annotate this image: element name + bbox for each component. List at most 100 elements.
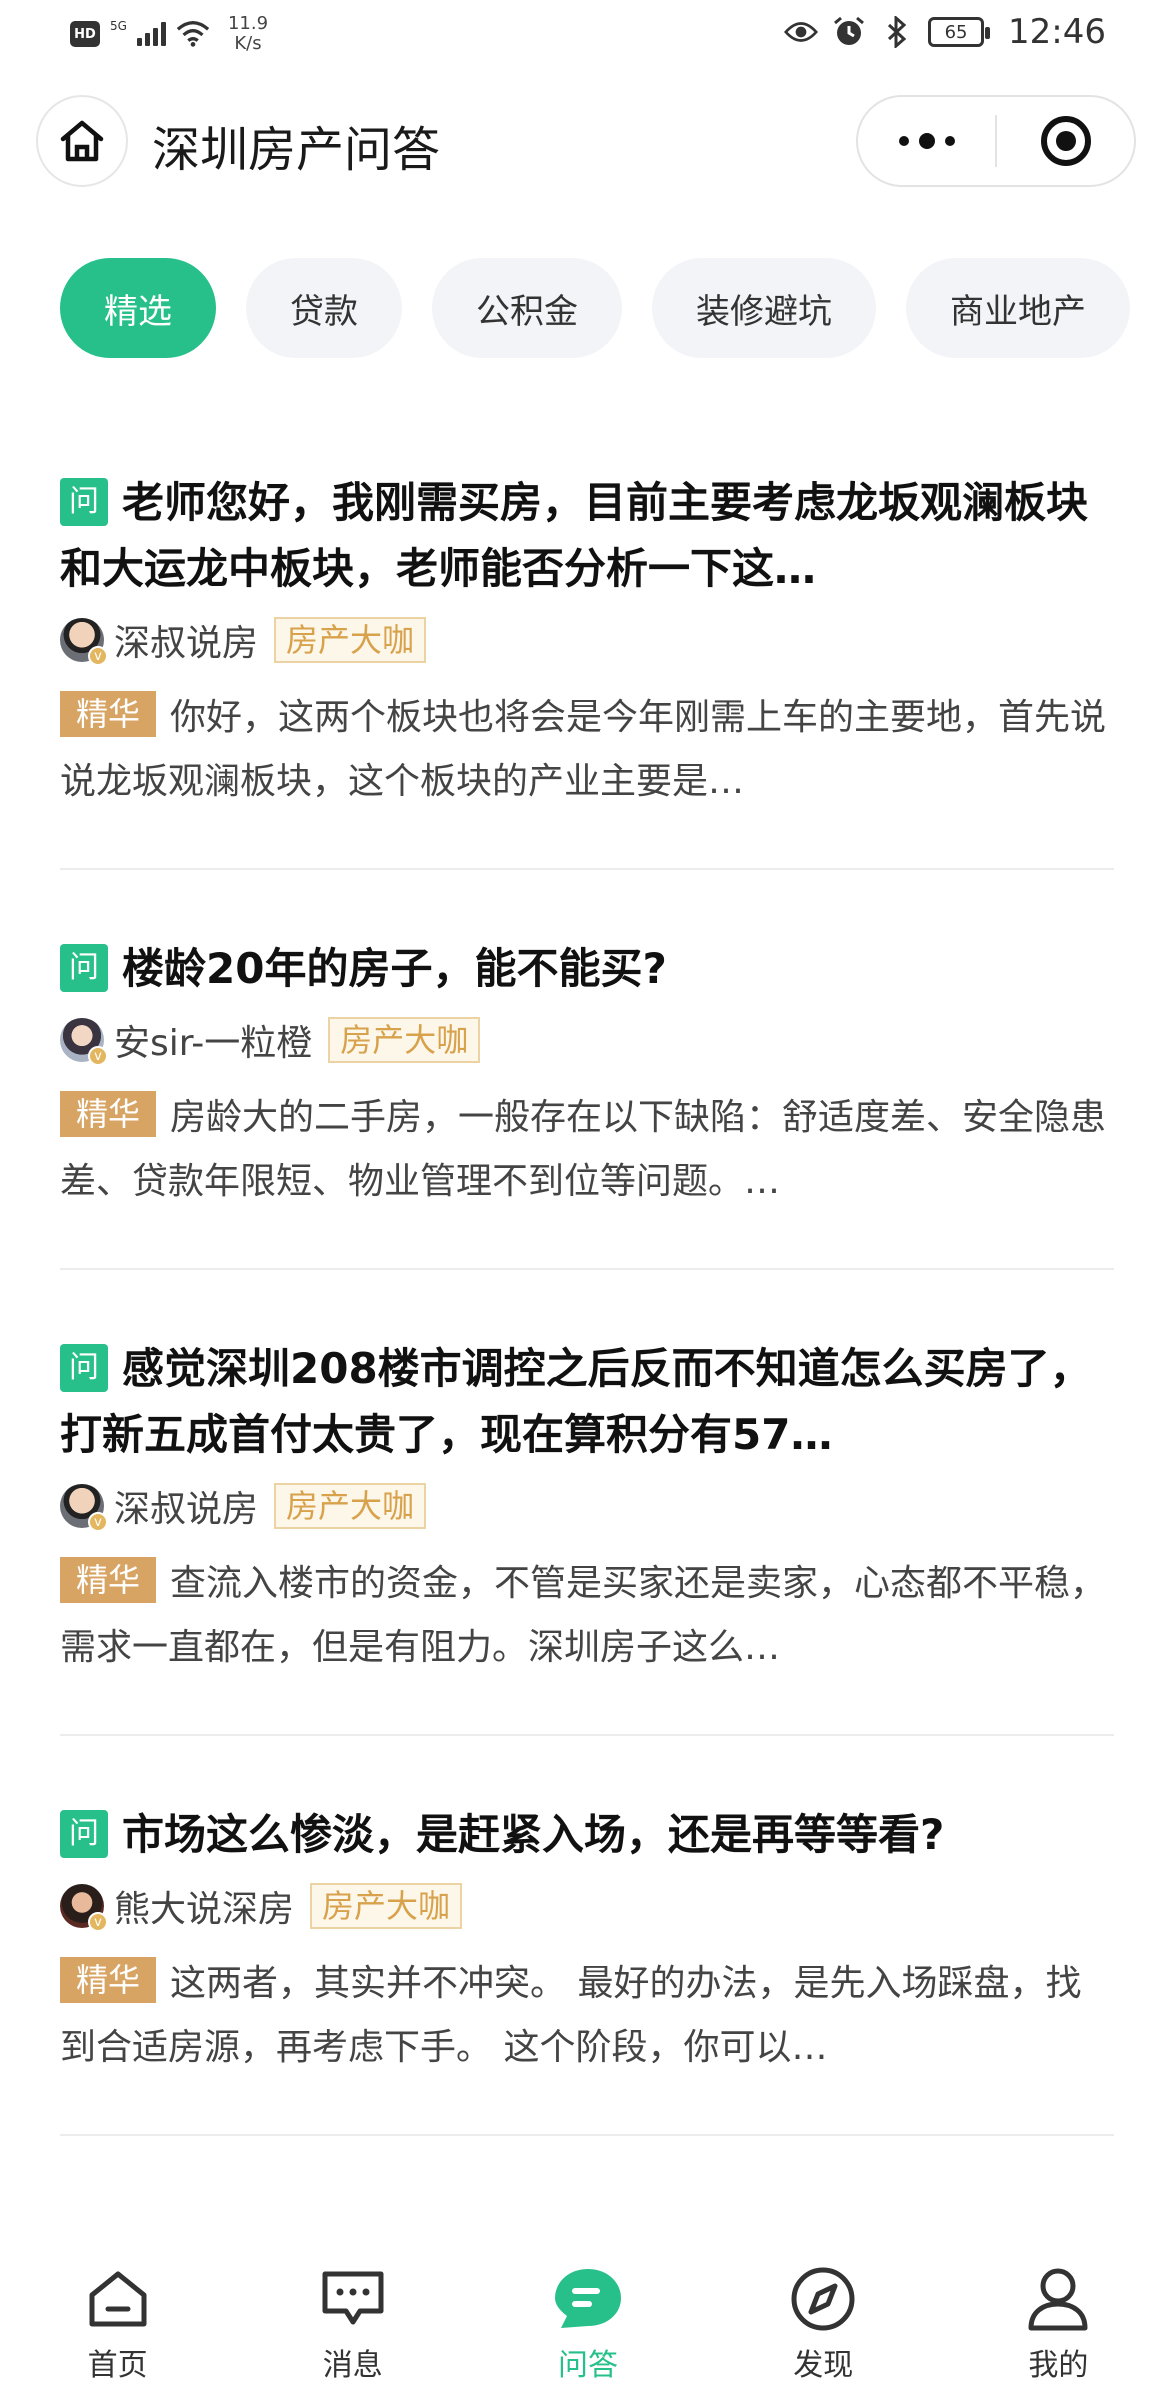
network-speed: 11.9 K/s xyxy=(228,14,268,54)
nav-label: 问答 xyxy=(558,2348,618,2383)
close-miniprogram-button[interactable] xyxy=(997,97,1134,185)
divider xyxy=(60,1734,1114,1736)
tab-commercial[interactable]: 商业地产 xyxy=(906,258,1130,358)
author-name[interactable]: 深叔说房 xyxy=(114,1480,258,1532)
answer-preview: 精华 查流入楼市的资金，不管是买家还是卖家，心态都不平稳，需求一直都在，但是有阻力… xyxy=(60,1552,1114,1680)
nav-label: 发现 xyxy=(793,2348,854,2383)
bottom-nav: 首页 消息 问答 发现 我的 xyxy=(0,2240,1176,2400)
speed-value: 11.9 xyxy=(227,13,269,34)
speed-unit: K/s xyxy=(234,33,262,54)
tab-loan[interactable]: 贷款 xyxy=(246,258,402,358)
answer-text: 这两者，其实并不冲突。 最好的办法，是先入场踩盘，找到合适房源，再考虑下手。 这… xyxy=(60,1963,1082,2068)
question-title: 问感觉深圳208楼市调控之后反而不知道怎么买房了，打新五成首付太贵了，现在算积分… xyxy=(60,1336,1114,1468)
question-text: 市场这么惨淡，是赶紧入场，还是再等等看? xyxy=(122,1810,945,1859)
app-root: HD 5G 11.9 K/s 65 12:46 深圳房产问答 精选 贷款 公积金… xyxy=(0,0,1176,2400)
expert-tag: 房产大咖 xyxy=(328,1017,481,1063)
featured-badge: 精华 xyxy=(60,691,157,737)
nav-messages[interactable]: 消息 xyxy=(235,2240,470,2400)
hd-indicator: HD xyxy=(70,21,100,47)
status-left: HD 5G 11.9 K/s xyxy=(70,14,268,54)
tab-jingxuan[interactable]: 精选 xyxy=(60,258,216,358)
target-icon xyxy=(1040,116,1091,166)
more-dots-icon xyxy=(898,133,955,149)
nav-profile[interactable]: 我的 xyxy=(941,2240,1176,2400)
avatar[interactable]: v xyxy=(60,1018,108,1066)
network-type: 5G xyxy=(110,19,127,33)
nav-label: 首页 xyxy=(87,2348,148,2383)
author-row: v 深叔说房 房产大咖 xyxy=(60,614,1114,666)
question-title: 问楼龄20年的房子，能不能买? xyxy=(60,936,1114,1002)
eye-icon xyxy=(784,15,819,49)
question-badge: 问 xyxy=(60,478,108,526)
answer-preview: 精华 你好，这两个板块也将会是今年刚需上车的主要地，首先说说龙坂观澜板块，这个板块… xyxy=(60,686,1114,814)
expert-tag: 房产大咖 xyxy=(274,617,427,663)
question-text: 感觉深圳208楼市调控之后反而不知道怎么买房了，打新五成首付太贵了，现在算积分有… xyxy=(60,1344,1092,1459)
qa-feed: 问老师您好，我刚需买房，目前主要考虑龙坂观澜板块和大运龙中板块，老师能否分析一下… xyxy=(60,470,1114,2202)
question-text: 老师您好，我刚需买房，目前主要考虑龙坂观澜板块和大运龙中板块，老师能否分析一下这… xyxy=(60,478,1089,593)
avatar[interactable]: v xyxy=(60,1484,108,1532)
page-title: 深圳房产问答 xyxy=(152,122,441,178)
question-badge: 问 xyxy=(60,1344,108,1392)
verified-badge: v xyxy=(88,646,108,666)
nav-label: 我的 xyxy=(1028,2348,1089,2383)
divider xyxy=(60,2134,1114,2136)
nav-label: 消息 xyxy=(322,2348,383,2383)
expert-tag: 房产大咖 xyxy=(310,1883,463,1929)
question-text: 楼龄20年的房子，能不能买? xyxy=(122,944,667,993)
answer-preview: 精华 这两者，其实并不冲突。 最好的办法，是先入场踩盘，找到合适房源，再考虑下手。… xyxy=(60,1952,1114,2080)
home-button[interactable] xyxy=(36,95,128,187)
verified-badge: v xyxy=(88,1512,108,1532)
status-right: 65 12:46 xyxy=(784,12,1106,52)
qa-item[interactable]: 问感觉深圳208楼市调控之后反而不知道怎么买房了，打新五成首付太贵了，现在算积分… xyxy=(60,1336,1114,1680)
qa-item[interactable]: 问市场这么惨淡，是赶紧入场，还是再等等看? v 熊大说深房 房产大咖 精华 这两者… xyxy=(60,1802,1114,2080)
avatar[interactable]: v xyxy=(60,618,108,666)
qa-item[interactable]: 问老师您好，我刚需买房，目前主要考虑龙坂观澜板块和大运龙中板块，老师能否分析一下… xyxy=(60,470,1114,814)
author-name[interactable]: 安sir-一粒橙 xyxy=(114,1014,312,1066)
author-name[interactable]: 深叔说房 xyxy=(114,614,258,666)
verified-badge: v xyxy=(88,1046,108,1066)
verified-badge: v xyxy=(88,1912,108,1932)
nav-home[interactable]: 首页 xyxy=(0,2240,235,2400)
battery-icon: 65 xyxy=(928,17,991,47)
question-badge: 问 xyxy=(60,1810,108,1858)
answer-preview: 精华 房龄大的二手房，一般存在以下缺陷：舒适度差、安全隐患差、贷款年限短、物业管理… xyxy=(60,1086,1114,1214)
title-bar: 深圳房产问答 xyxy=(0,92,1176,192)
miniprogram-capsule xyxy=(856,95,1136,187)
featured-badge: 精华 xyxy=(60,1091,157,1137)
avatar[interactable]: v xyxy=(60,1884,108,1932)
home-icon xyxy=(83,2264,153,2334)
author-row: v 安sir-一粒橙 房产大咖 xyxy=(60,1014,1114,1066)
question-title: 问老师您好，我刚需买房，目前主要考虑龙坂观澜板块和大运龙中板块，老师能否分析一下… xyxy=(60,470,1114,602)
question-title: 问市场这么惨淡，是赶紧入场，还是再等等看? xyxy=(60,1802,1114,1868)
status-bar: HD 5G 11.9 K/s 65 12:46 xyxy=(0,0,1176,72)
featured-badge: 精华 xyxy=(60,1557,157,1603)
user-icon xyxy=(1023,2264,1093,2334)
bluetooth-icon xyxy=(880,15,914,49)
wifi-icon xyxy=(176,17,210,51)
answer-text: 你好，这两个板块也将会是今年刚需上车的主要地，首先说说龙坂观澜板块，这个板块的产… xyxy=(60,697,1107,802)
author-row: v 深叔说房 房产大咖 xyxy=(60,1480,1114,1532)
category-tabs: 精选 贷款 公积金 装修避坑 商业地产 xyxy=(60,258,1130,358)
nav-discover[interactable]: 发现 xyxy=(706,2240,941,2400)
featured-badge: 精华 xyxy=(60,1957,157,2003)
author-row: v 熊大说深房 房产大咖 xyxy=(60,1880,1114,1932)
author-name[interactable]: 熊大说深房 xyxy=(114,1880,294,1932)
signal-icon xyxy=(136,22,166,46)
nav-qa[interactable]: 问答 xyxy=(470,2240,705,2400)
compass-icon xyxy=(788,2264,858,2334)
answer-text: 房龄大的二手房，一般存在以下缺陷：舒适度差、安全隐患差、贷款年限短、物业管理不到… xyxy=(60,1097,1107,1202)
expert-tag: 房产大咖 xyxy=(274,1483,427,1529)
qa-item[interactable]: 问楼龄20年的房子，能不能买? v 安sir-一粒橙 房产大咖 精华 房龄大的二手… xyxy=(60,936,1114,1214)
question-badge: 问 xyxy=(60,944,108,992)
divider xyxy=(60,868,1114,870)
alarm-icon xyxy=(832,15,866,49)
message-icon xyxy=(318,2264,388,2334)
qa-icon xyxy=(553,2264,623,2334)
home-icon xyxy=(60,120,104,162)
more-button[interactable] xyxy=(858,97,995,185)
tab-housing-fund[interactable]: 公积金 xyxy=(432,258,622,358)
clock: 12:46 xyxy=(1008,12,1106,52)
divider xyxy=(60,1268,1114,1270)
answer-text: 查流入楼市的资金，不管是买家还是卖家，心态都不平稳，需求一直都在，但是有阻力。深… xyxy=(60,1563,1107,1668)
tab-renovation[interactable]: 装修避坑 xyxy=(652,258,876,358)
